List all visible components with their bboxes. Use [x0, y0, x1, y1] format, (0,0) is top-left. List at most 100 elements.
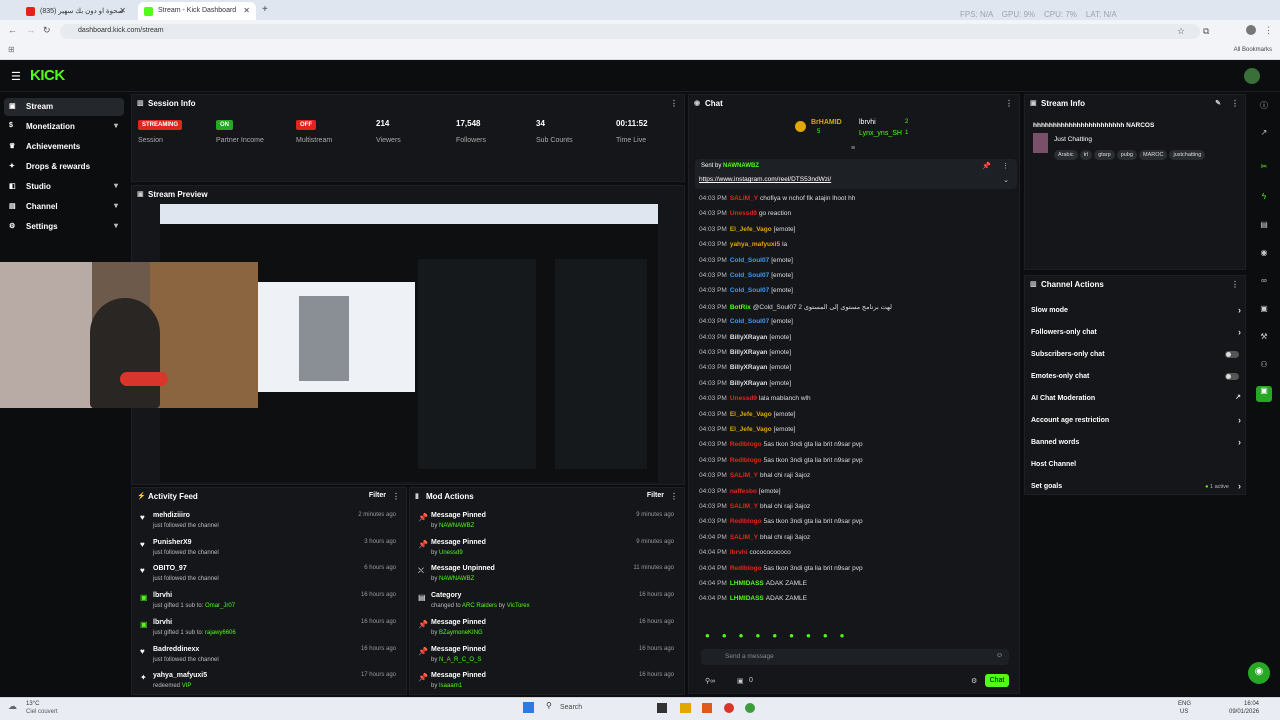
- item-title[interactable]: Badreddinexx: [153, 646, 199, 653]
- monitor-icon[interactable]: ▣: [1256, 304, 1272, 320]
- message-username[interactable]: yahya_mafyuxi5: [730, 241, 780, 248]
- message-username[interactable]: LHMIDASS: [730, 580, 764, 587]
- bookmark-star-icon[interactable]: ☆: [1177, 26, 1185, 37]
- message-username[interactable]: El_Jefe_Vago: [730, 411, 772, 418]
- gear-icon[interactable]: ⚙: [971, 677, 977, 685]
- message-username[interactable]: Redlblogo: [730, 518, 762, 525]
- sidebar-item-stream[interactable]: ▣ Stream: [4, 98, 124, 116]
- chat-input[interactable]: Send a message ☺: [701, 649, 1009, 665]
- item-title[interactable]: lbrvhi: [153, 619, 172, 626]
- item-title[interactable]: Message Pinned: [431, 512, 486, 519]
- sidebar-item-studio[interactable]: ◧ Studio ▾: [4, 178, 124, 196]
- wrench-icon[interactable]: ⚒: [1256, 332, 1272, 348]
- message-username[interactable]: SALIM_Y: [730, 534, 758, 541]
- emoji-icon[interactable]: ☺: [996, 652, 1003, 659]
- kebab-menu-icon[interactable]: ⋮: [670, 492, 678, 501]
- bolt-icon[interactable]: ϟ: [1256, 192, 1272, 208]
- chevron-right-icon[interactable]: ›: [1238, 415, 1241, 425]
- item-title[interactable]: yahya_mafyuxi5: [153, 672, 207, 679]
- item-title[interactable]: mehdiziiiro: [153, 512, 190, 519]
- kebab-menu-icon[interactable]: ⋮: [392, 492, 400, 501]
- item-highlight[interactable]: VIP: [182, 683, 192, 689]
- pin-icon[interactable]: 📌: [982, 162, 991, 170]
- message-username[interactable]: Redlblogo: [730, 441, 762, 448]
- item-title[interactable]: Message Pinned: [431, 539, 486, 546]
- top-gifter-name[interactable]: Lynx_yns_SH: [859, 130, 902, 137]
- chevron-right-icon[interactable]: ›: [1238, 481, 1241, 491]
- app-icon[interactable]: [702, 703, 712, 713]
- profile-avatar[interactable]: [1246, 25, 1256, 35]
- browser-menu-icon[interactable]: ⋮: [1264, 25, 1273, 36]
- apps-grid-icon[interactable]: ⊞: [8, 45, 15, 54]
- message-username[interactable]: El_Jefe_Vago: [730, 226, 772, 233]
- item-highlight[interactable]: Omar_Jr07: [205, 603, 235, 609]
- channel-action-account-age-restriction[interactable]: Account age restriction ›: [1031, 414, 1245, 434]
- task-view-icon[interactable]: [657, 703, 667, 713]
- link-icon[interactable]: ∞: [1256, 276, 1272, 292]
- back-icon[interactable]: ←: [8, 25, 17, 35]
- windows-start-icon[interactable]: [523, 702, 534, 713]
- file-explorer-icon[interactable]: [680, 703, 691, 713]
- forward-icon[interactable]: →: [26, 25, 35, 35]
- item-highlight[interactable]: NAWNAWBZ: [439, 523, 474, 529]
- chevron-right-icon[interactable]: ›: [1238, 305, 1241, 315]
- message-username[interactable]: BillyXRayan: [730, 364, 768, 371]
- reload-icon[interactable]: ↻: [43, 25, 51, 36]
- item-title[interactable]: OBITO_97: [153, 565, 187, 572]
- message-username[interactable]: lbrvhi: [730, 549, 748, 556]
- stream-tag[interactable]: MAROC: [1138, 150, 1168, 160]
- message-username[interactable]: Redlblogo: [730, 565, 762, 572]
- chevron-right-icon[interactable]: ›: [1238, 437, 1241, 447]
- sidebar-item-drops[interactable]: ✦ Drops & rewards: [4, 158, 124, 176]
- item-highlight[interactable]: rajawy6606: [205, 630, 236, 636]
- search-icon[interactable]: ⚲: [546, 701, 552, 710]
- message-username[interactable]: BillyXRayan: [730, 380, 768, 387]
- item-title[interactable]: Message Unpinned: [431, 565, 495, 572]
- channel-action-host-channel[interactable]: Host Channel: [1031, 458, 1245, 478]
- stream-tag[interactable]: Arabic: [1054, 150, 1078, 160]
- item-title[interactable]: lbrvhi: [153, 592, 172, 599]
- stream-tag[interactable]: justchatting: [1169, 150, 1206, 160]
- channel-action-slow-mode[interactable]: Slow mode ›: [1031, 304, 1245, 324]
- pinned-user[interactable]: NAWNAWBZ: [723, 163, 759, 169]
- item-highlight[interactable]: VicTorex: [507, 603, 530, 609]
- user-avatar[interactable]: [1244, 68, 1260, 84]
- external-link-icon[interactable]: ↗: [1235, 393, 1241, 401]
- message-username[interactable]: El_Jefe_Vago: [730, 426, 772, 433]
- item-title[interactable]: PunisherX9: [153, 539, 192, 546]
- chevron-right-icon[interactable]: ›: [1238, 327, 1241, 337]
- item-highlight[interactable]: ARC Raiders: [462, 603, 497, 609]
- clip-icon[interactable]: ✂: [1256, 162, 1272, 178]
- channel-action-subscribers-only-chat[interactable]: Subscribers-only chat: [1031, 348, 1245, 368]
- stream-tag[interactable]: trl: [1079, 150, 1093, 160]
- input-language[interactable]: ENG: [1178, 701, 1191, 707]
- item-highlight[interactable]: Isaaam1: [439, 683, 462, 689]
- message-username[interactable]: Unessd9: [730, 395, 757, 402]
- item-highlight[interactable]: BZaymoneKING: [439, 630, 483, 636]
- sidebar-item-settings[interactable]: ⚙ Settings ▾: [4, 218, 124, 236]
- toggle-switch[interactable]: [1225, 373, 1239, 380]
- kebab-menu-icon[interactable]: ⋮: [1231, 280, 1239, 289]
- message-username[interactable]: Cold_Soul07: [730, 287, 769, 294]
- chrome-icon[interactable]: [745, 703, 755, 713]
- channel-action-set-goals[interactable]: Set goals ● 1 active ›: [1031, 480, 1245, 500]
- emote-bar[interactable]: ●●●●●●●●●: [705, 631, 1005, 643]
- message-username[interactable]: Redlblogo: [730, 457, 762, 464]
- message-username[interactable]: SALIM_Y: [730, 195, 758, 202]
- channel-action-banned-words[interactable]: Banned words ›: [1031, 436, 1245, 456]
- message-username[interactable]: SALIM_Y: [730, 503, 758, 510]
- top-gifter-name[interactable]: BrHAMID: [811, 119, 842, 126]
- channel-action-ai-chat-moderation[interactable]: AI Chat Moderation ↗: [1031, 392, 1245, 412]
- app-icon[interactable]: [724, 703, 734, 713]
- edit-pencil-icon[interactable]: ✎: [1215, 99, 1221, 107]
- message-username[interactable]: Cold_Soul07: [730, 272, 769, 279]
- chat-bubble-icon[interactable]: ◉: [1256, 248, 1272, 264]
- close-tab-icon[interactable]: ✕: [119, 6, 126, 15]
- taskbar-search[interactable]: Search: [560, 704, 582, 711]
- stream-tag[interactable]: pubg: [1116, 150, 1137, 160]
- message-username[interactable]: LHMIDASS: [730, 595, 764, 602]
- message-username[interactable]: SALIM_Y: [730, 472, 758, 479]
- hamburger-menu-icon[interactable]: ☰: [11, 70, 21, 83]
- pinned-link[interactable]: https://www.instagram.com/reel/DTS53ndWz…: [699, 176, 831, 183]
- expand-gifters-icon[interactable]: ≡: [851, 145, 855, 152]
